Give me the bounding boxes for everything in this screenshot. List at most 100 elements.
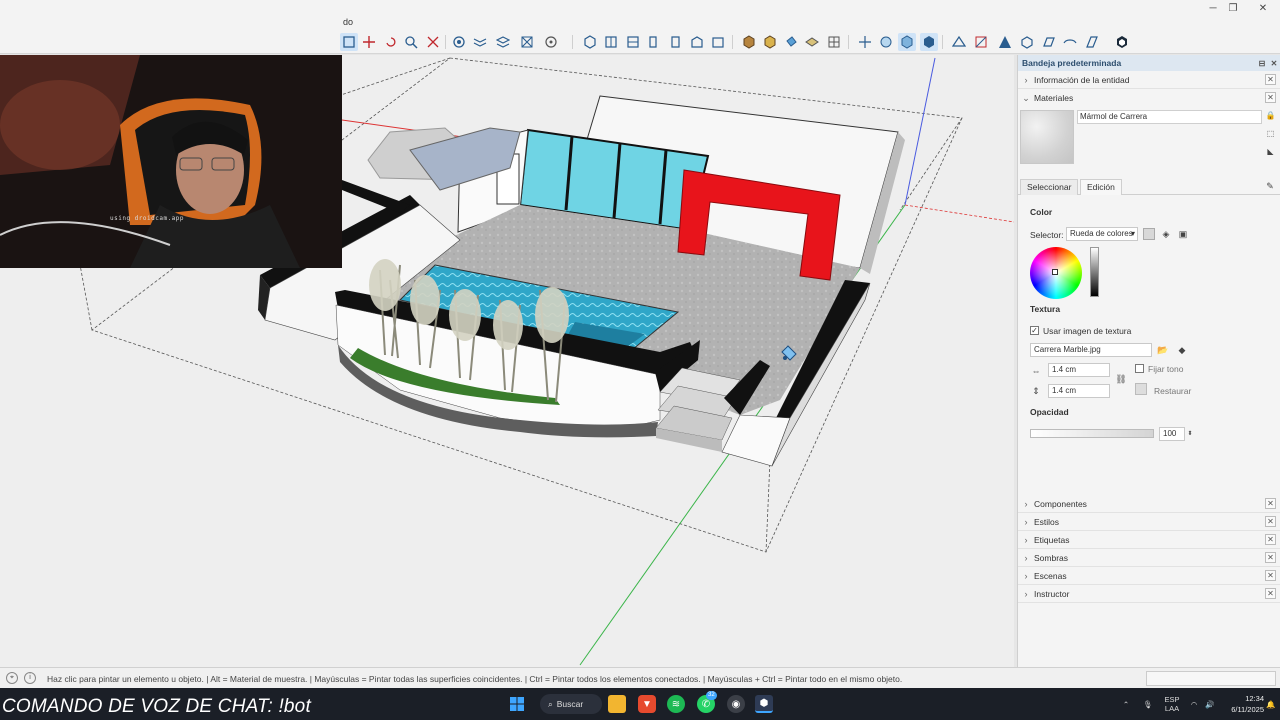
panel-tags[interactable]: › Etiquetas ✕ [1018,531,1280,549]
sandbox-icon[interactable] [471,33,489,51]
extension-d-icon[interactable] [1018,33,1036,51]
maximize-button[interactable]: ❐ [1216,0,1250,16]
right-view-icon[interactable] [645,33,663,51]
edit-texture-icon[interactable]: ◆ [1176,344,1188,356]
sketchup-logo-icon[interactable] [1113,33,1131,51]
front-view-icon[interactable] [624,33,642,51]
zoom-extents-icon[interactable] [424,33,442,51]
panel-materials[interactable]: ⌄ Materiales ✕ [1018,89,1280,107]
left-view-icon[interactable] [688,33,706,51]
close-panel-icon[interactable]: ✕ [1265,74,1276,85]
select-tool-icon[interactable] [340,33,358,51]
model-viewport[interactable]: using droidcam.app [0,55,1014,667]
chain-link-icon[interactable]: ⛓ [1115,373,1127,385]
close-panel-icon[interactable]: ✕ [1265,588,1276,599]
close-panel-icon[interactable]: ✕ [1265,570,1276,581]
back-view-icon[interactable] [666,33,684,51]
sketchup-taskbar-icon[interactable]: ⬢ [755,695,773,713]
sample-paint-icon[interactable]: ◣ [1265,146,1276,157]
stamp-icon[interactable] [518,33,536,51]
match-screen-color-icon[interactable]: ▣ [1177,228,1189,240]
extension-g-icon[interactable] [1083,33,1101,51]
language-indicator[interactable]: ESP LAA [1160,688,1184,720]
spotify-icon[interactable]: ≋ [667,695,685,713]
selector-label: Selector: [1030,230,1064,240]
group-icon[interactable] [920,33,938,51]
color-wheel-marker[interactable] [1052,269,1058,275]
volume-icon[interactable]: 🔊 [1204,688,1216,720]
system-clock[interactable]: 12:34 6/11/2025 [1222,693,1264,715]
panel-styles[interactable]: › Estilos ✕ [1018,513,1280,531]
match-model-color-icon[interactable]: ◈ [1160,228,1172,240]
brightness-slider[interactable] [1090,247,1099,297]
measurements-box[interactable] [1146,671,1276,686]
lock-icon[interactable]: 🔒 [1265,110,1276,121]
panel-shadows[interactable]: › Sombras ✕ [1018,549,1280,567]
texture-file-field[interactable]: Carrera Marble.jpg [1030,343,1152,357]
material-thumbnail[interactable] [1020,110,1074,164]
tray-close-icon[interactable]: ✕ [1268,57,1280,69]
eyedropper-icon[interactable]: ✎ [1264,180,1276,192]
close-panel-icon[interactable]: ✕ [1265,534,1276,545]
chevron-up-icon[interactable]: ⌃ [1120,688,1132,720]
fix-tone-checkbox[interactable] [1135,364,1144,373]
iso-view-icon[interactable] [581,33,599,51]
extension-c-icon[interactable] [996,33,1014,51]
tab-select[interactable]: Seleccionar [1020,179,1079,195]
tab-edit[interactable]: Edición [1080,179,1122,195]
panel-entity-info[interactable]: › Información de la entidad ✕ [1018,71,1280,89]
section-plane-icon[interactable] [450,33,468,51]
texture-height-field[interactable]: 1.4 cm [1048,384,1110,398]
panel-scenes[interactable]: › Escenas ✕ [1018,567,1280,585]
opacity-slider[interactable] [1030,429,1154,438]
monochrome-icon[interactable] [825,33,843,51]
taskbar-search[interactable]: ⌕ Buscar [540,694,602,714]
panel-components[interactable]: › Componentes ✕ [1018,495,1280,513]
xray-icon[interactable] [740,33,758,51]
brave-browser-icon[interactable]: ▼ [638,695,656,713]
extension-e-icon[interactable] [1040,33,1058,51]
create-material-icon[interactable]: ⬚ [1265,128,1276,139]
close-panel-icon[interactable]: ✕ [1265,516,1276,527]
picker-select[interactable]: Rueda de colores ▾ [1066,227,1138,241]
component-icon[interactable] [898,33,916,51]
extension-b-icon[interactable] [972,33,990,51]
extension-a-icon[interactable] [950,33,968,51]
top-view-icon[interactable] [602,33,620,51]
orbit-icon[interactable] [542,33,560,51]
file-explorer-icon[interactable] [608,695,626,713]
microphone-icon[interactable]: 🎙 [1142,688,1154,720]
close-panel-icon[interactable]: ✕ [1265,92,1276,103]
geo-location-icon[interactable]: ⌖ [6,672,18,684]
windows-start-icon[interactable] [508,695,526,713]
close-panel-icon[interactable]: ✕ [1265,498,1276,509]
wireframe-icon[interactable] [761,33,779,51]
rotate-tool-icon[interactable] [382,33,400,51]
close-window-button[interactable]: ✕ [1246,0,1280,16]
use-texture-checkbox[interactable]: ✓ [1030,326,1039,335]
color-swatch[interactable] [1143,228,1155,240]
shaded-icon[interactable] [803,33,821,51]
walk-icon[interactable] [856,33,874,51]
wifi-icon[interactable]: ◠ [1188,688,1200,720]
browse-folder-icon[interactable]: 📂 [1157,344,1169,356]
extension-f-icon[interactable] [1061,33,1079,51]
layers-icon[interactable] [494,33,512,51]
opacity-stepper-icon[interactable]: ⬍ [1184,427,1196,439]
pin-icon[interactable]: ⊟ [1256,57,1268,69]
texture-width-field[interactable]: 1.4 cm [1048,363,1110,377]
opacity-field[interactable]: 100 [1159,427,1185,441]
info-icon[interactable]: i [24,672,36,684]
restore-swatch[interactable] [1135,383,1147,395]
zoom-tool-icon[interactable] [402,33,420,51]
panel-instructor[interactable]: › Instructor ✕ [1018,585,1280,603]
paint-bucket-icon[interactable] [782,33,800,51]
restore-label[interactable]: Restaurar [1154,386,1191,396]
notification-bell-icon[interactable]: 🔔 [1266,688,1276,720]
close-panel-icon[interactable]: ✕ [1265,552,1276,563]
look-around-icon[interactable] [877,33,895,51]
material-name-field[interactable]: Mármol de Carrera [1077,110,1262,124]
bottom-view-icon[interactable] [709,33,727,51]
chrome-icon[interactable]: ◉ [727,695,745,713]
move-tool-icon[interactable] [360,33,378,51]
